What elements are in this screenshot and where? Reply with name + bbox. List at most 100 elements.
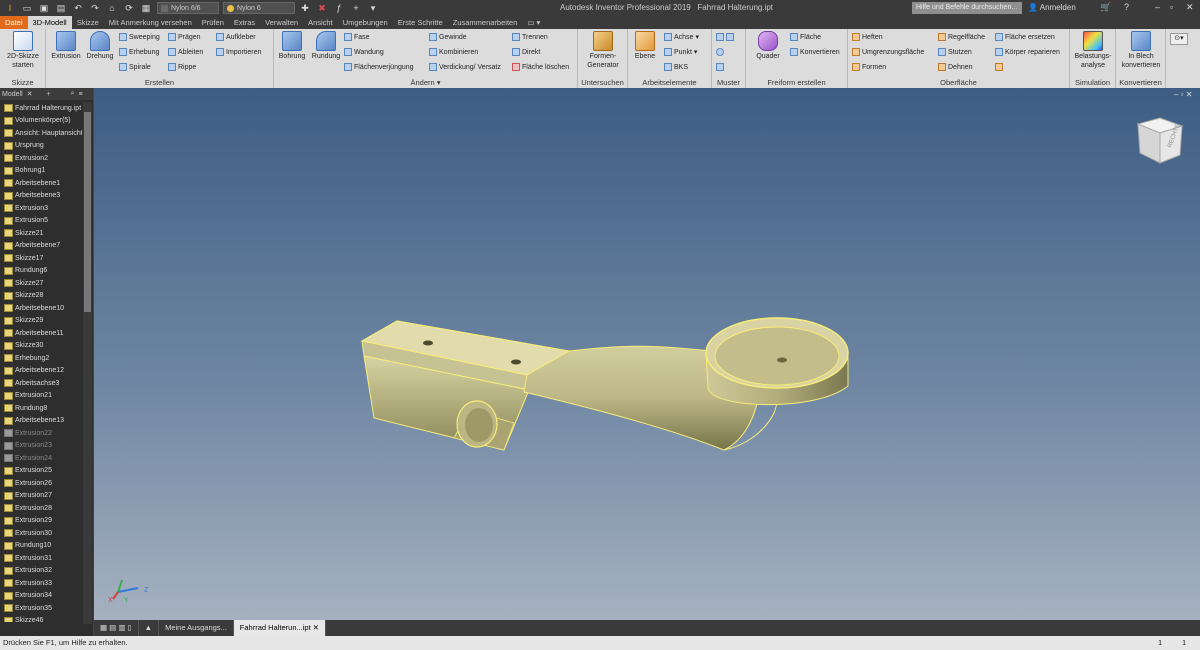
- regelflaeche-button[interactable]: Regelfläche: [938, 33, 985, 41]
- tab-skizze[interactable]: Skizze: [72, 16, 104, 29]
- tree-node[interactable]: Rundung10: [0, 540, 82, 553]
- tree-node[interactable]: Arbeitsebene7: [0, 240, 82, 253]
- holder-center-hole[interactable]: [777, 357, 787, 363]
- plus-icon[interactable]: +: [349, 2, 363, 14]
- close-browser-icon[interactable]: ✕: [27, 90, 33, 98]
- save-icon[interactable]: ▤: [54, 2, 68, 14]
- tree-node[interactable]: Arbeitsebene13: [0, 415, 82, 428]
- tree-node[interactable]: Fahrrad Halterung.ipt: [0, 102, 82, 115]
- tree-node[interactable]: Extrusion3: [0, 202, 82, 215]
- tree-node[interactable]: Extrusion30: [0, 527, 82, 540]
- flaeche-ersetzen-button[interactable]: Fläche ersetzen: [995, 33, 1055, 41]
- tabs-menu-icon[interactable]: ▲: [139, 620, 160, 636]
- doc-tab-home[interactable]: Meine Ausgangs...: [159, 620, 234, 636]
- browser-tab-modell[interactable]: Modell: [2, 91, 23, 98]
- measure-icon[interactable]: ▦: [139, 2, 153, 14]
- fit-mesh-button[interactable]: [995, 63, 1003, 71]
- flaeche-loeschen-button[interactable]: Fläche löschen: [512, 63, 569, 71]
- tab-datei[interactable]: Datei: [0, 16, 28, 29]
- add-browser-icon[interactable]: +: [47, 91, 51, 98]
- tree-node[interactable]: Bohrung1: [0, 165, 82, 178]
- browser-scrollbar[interactable]: [83, 102, 92, 624]
- tree-node[interactable]: Volumenkörper(5): [0, 115, 82, 128]
- rundung-button[interactable]: Rundung: [310, 31, 342, 61]
- cart-icon[interactable]: 🛒: [1100, 2, 1111, 13]
- freiform-flaeche-button[interactable]: Fläche: [790, 33, 821, 41]
- search-input[interactable]: Hilfe und Befehle durchsuchen...: [912, 2, 1022, 14]
- in-blech-konvertieren-button[interactable]: In Blech konvertieren: [1119, 31, 1163, 70]
- tree-node[interactable]: Extrusion5: [0, 215, 82, 228]
- tree-node[interactable]: Ansicht: Hauptansicht: [0, 127, 82, 140]
- customize-icon[interactable]: ▾: [366, 2, 380, 14]
- scrollbar-thumb[interactable]: [84, 112, 91, 312]
- verdickung-button[interactable]: Verdickung/ Versatz: [429, 63, 501, 71]
- tab-zusammenarbeiten[interactable]: Zusammenarbeiten: [448, 16, 523, 29]
- tree-node[interactable]: Skizze28: [0, 290, 82, 303]
- panel-label-aendern[interactable]: Ändern ▾: [274, 78, 577, 87]
- tree-node[interactable]: Rundung6: [0, 265, 82, 278]
- material-select[interactable]: Nylon 6/6: [157, 2, 219, 14]
- extrusion-button[interactable]: Extrusion: [50, 31, 82, 61]
- model-viewport-svg[interactable]: RECHTS X Y Z – ▫ ✕: [94, 88, 1200, 620]
- new-icon[interactable]: ▭: [20, 2, 34, 14]
- search-browser-icon[interactable]: ⌕: [71, 90, 75, 98]
- doc-tab-close-icon[interactable]: ✕: [313, 623, 319, 632]
- tree-node[interactable]: Skizze17: [0, 252, 82, 265]
- tree-node[interactable]: Extrusion28: [0, 502, 82, 515]
- tree-node[interactable]: Arbeitsachse3: [0, 377, 82, 390]
- viewport-window-controls[interactable]: – ▫ ✕: [1174, 90, 1192, 99]
- tree-node[interactable]: Extrusion25: [0, 465, 82, 478]
- belastungsanalyse-button[interactable]: Belastungs-analyse: [1072, 31, 1114, 70]
- formen-generator-button[interactable]: Formen-Generator: [581, 31, 625, 70]
- tree-node[interactable]: Extrusion35: [0, 602, 82, 615]
- tab-umgebungen[interactable]: Umgebungen: [338, 16, 393, 29]
- umgrenzungsflaeche-button[interactable]: Umgrenzungsfläche: [852, 48, 924, 56]
- update-icon[interactable]: ⟳: [122, 2, 136, 14]
- konvertieren-button[interactable]: Konvertieren: [790, 48, 840, 56]
- heften-button[interactable]: Heften: [852, 33, 883, 41]
- tree-node[interactable]: Extrusion33: [0, 577, 82, 590]
- tree-node[interactable]: Extrusion27: [0, 490, 82, 503]
- direkt-button[interactable]: Direkt: [512, 48, 540, 56]
- open-icon[interactable]: ▣: [37, 2, 51, 14]
- appearance-select[interactable]: Nylon 6: [223, 2, 295, 14]
- mount-hole-1[interactable]: [423, 340, 433, 346]
- view-cube[interactable]: RECHTS: [1136, 117, 1184, 164]
- aufkleber-button[interactable]: Aufkleber: [216, 33, 256, 41]
- maximize-icon[interactable]: ▫: [1170, 2, 1173, 12]
- tree-node[interactable]: Rundung8: [0, 402, 82, 415]
- mount-hole-2[interactable]: [511, 359, 521, 365]
- wandung-button[interactable]: Wandung: [344, 48, 384, 56]
- home-icon[interactable]: ⌂: [105, 2, 119, 14]
- bks-button[interactable]: BKS: [664, 63, 688, 71]
- tab-extras[interactable]: Extras: [229, 16, 260, 29]
- tab-ansicht[interactable]: Ansicht: [303, 16, 338, 29]
- tab-erste-schritte[interactable]: Erste Schritte: [393, 16, 448, 29]
- circ-pattern-button[interactable]: [716, 48, 724, 56]
- tree-node[interactable]: Extrusion32: [0, 565, 82, 578]
- tree-node[interactable]: Extrusion22: [0, 427, 82, 440]
- tree-node[interactable]: Extrusion23: [0, 440, 82, 453]
- spirale-button[interactable]: Spirale: [119, 63, 151, 71]
- tab-3d-modell[interactable]: 3D-Modell: [27, 16, 72, 29]
- rippe-button[interactable]: Rippe: [168, 63, 196, 71]
- tree-node[interactable]: Extrusion29: [0, 515, 82, 528]
- stutzen-button[interactable]: Stutzen: [938, 48, 972, 56]
- doc-tab-part[interactable]: Fahrrad Halterun...ipt ✕: [233, 620, 327, 636]
- sweeping-button[interactable]: Sweeping: [119, 33, 160, 41]
- tile-layout-icon[interactable]: ▦ ▤ ▥ ▯: [94, 620, 139, 636]
- importieren-button[interactable]: Importieren: [216, 48, 261, 56]
- tab-pruefen[interactable]: Prüfen: [197, 16, 229, 29]
- dehnen-button[interactable]: Dehnen: [938, 63, 973, 71]
- gewinde-button[interactable]: Gewinde: [429, 33, 467, 41]
- koerper-reparieren-button[interactable]: Körper reparieren: [995, 48, 1060, 56]
- tree-node[interactable]: Arbeitsebene12: [0, 365, 82, 378]
- achse-button[interactable]: Achse ▾: [664, 33, 699, 41]
- flaechenverjuengung-button[interactable]: Flächenverjüngung: [344, 63, 414, 71]
- tree-node[interactable]: Extrusion2: [0, 152, 82, 165]
- browser-menu-icon[interactable]: ≡: [79, 91, 83, 98]
- tree-node[interactable]: Skizze46: [0, 615, 82, 622]
- tab-anmerkung[interactable]: Mit Anmerkung versehen: [104, 16, 197, 29]
- erhebung-button[interactable]: Erhebung: [119, 48, 159, 56]
- tree-node[interactable]: Skizze29: [0, 315, 82, 328]
